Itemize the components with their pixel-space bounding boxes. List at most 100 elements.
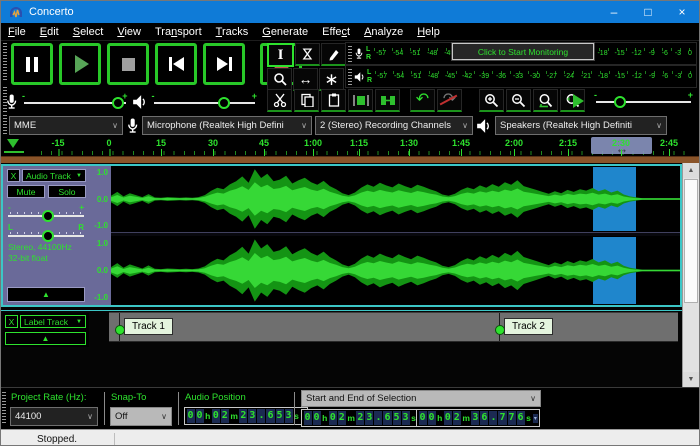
time-digit[interactable]: 0 bbox=[303, 411, 312, 425]
menu-generate[interactable]: Generate bbox=[255, 26, 315, 38]
audio-host-dropdown[interactable]: MME ∨ bbox=[9, 116, 123, 135]
time-unit[interactable]: m bbox=[229, 411, 239, 421]
gain-slider-thumb[interactable] bbox=[42, 210, 54, 222]
waveform-channel-left[interactable] bbox=[111, 166, 680, 232]
play-at-speed-button[interactable] bbox=[573, 94, 584, 108]
timeshift-tool-button[interactable]: ↔ bbox=[293, 68, 318, 91]
maximize-button[interactable]: □ bbox=[631, 1, 665, 23]
time-digit[interactable]: 3 bbox=[284, 409, 293, 423]
playback-device-dropdown[interactable]: Speakers (Realtek High Definiti ∨ bbox=[495, 116, 667, 135]
transport-grip[interactable] bbox=[3, 43, 7, 81]
menu-select[interactable]: Select bbox=[66, 26, 111, 38]
label-track-close-button[interactable]: X bbox=[5, 315, 18, 328]
time-digit[interactable]: 2 bbox=[337, 411, 346, 425]
time-digit[interactable]: 3 bbox=[471, 411, 480, 425]
scroll-up-icon[interactable]: ▲ bbox=[683, 163, 699, 178]
time-unit[interactable]: m bbox=[461, 413, 471, 423]
playback-volume-slider-track[interactable] bbox=[153, 101, 255, 104]
zoom-in-button[interactable] bbox=[479, 89, 504, 112]
stop-button[interactable] bbox=[107, 43, 149, 85]
time-digit[interactable]: 0 bbox=[443, 411, 452, 425]
playback-speed-slider-thumb[interactable] bbox=[613, 96, 626, 108]
recording-meter-grip[interactable] bbox=[348, 45, 352, 62]
time-digit[interactable]: 3 bbox=[401, 411, 410, 425]
project-rate-dropdown[interactable]: 44100 ∨ bbox=[10, 407, 98, 426]
vertical-scale-ruler[interactable]: 1.0 0.0 -1.0 1.0 0.0 -1.0 bbox=[89, 166, 112, 305]
label-text[interactable]: Track 1 bbox=[124, 318, 173, 335]
start-monitoring-button[interactable]: Click to Start Monitoring bbox=[451, 42, 595, 61]
selection-mode-dropdown[interactable]: Start and End of Selection ∨ bbox=[301, 390, 541, 407]
solo-button[interactable]: Solo bbox=[48, 185, 86, 198]
copy-button[interactable] bbox=[294, 89, 319, 112]
recording-volume-slider[interactable]: - + bbox=[22, 91, 128, 110]
playback-volume-slider[interactable]: - + bbox=[152, 91, 257, 110]
time-digit[interactable]: 6 bbox=[383, 411, 392, 425]
vertical-scrollbar-thumb[interactable] bbox=[684, 179, 698, 303]
envelope-tool-button[interactable]: ⋈ bbox=[295, 43, 320, 66]
time-digit[interactable]: 6 bbox=[480, 411, 489, 425]
recording-device-dropdown[interactable]: Microphone (Realtek High Defini ∨ bbox=[142, 116, 312, 135]
zoom-tool-button[interactable] bbox=[267, 68, 292, 91]
time-digit[interactable]: 2 bbox=[220, 409, 229, 423]
vertical-scrollbar[interactable]: ▲ ▼ bbox=[682, 163, 699, 387]
playback-speed-slider-track[interactable] bbox=[596, 101, 691, 103]
menu-edit[interactable]: Edit bbox=[33, 26, 66, 38]
time-digit[interactable]: 0 bbox=[328, 411, 337, 425]
audio-track-menu-button[interactable]: Audio Track ▼ bbox=[22, 169, 86, 182]
time-unit[interactable]: . bbox=[374, 411, 383, 425]
menu-tracks[interactable]: Tracks bbox=[209, 26, 256, 38]
paste-button[interactable] bbox=[321, 89, 346, 112]
time-unit[interactable]: h bbox=[436, 413, 443, 423]
recording-meter-toolbar[interactable]: LR -57-54-51-48-45-42-39-36-33-30-27-24-… bbox=[345, 42, 697, 65]
recording-channels-dropdown[interactable]: 2 (Stereo) Recording Channels ∨ bbox=[315, 116, 473, 135]
menu-view[interactable]: View bbox=[110, 26, 148, 38]
snap-to-dropdown[interactable]: Off ∨ bbox=[110, 407, 172, 426]
multi-tool-button[interactable]: ∗ bbox=[319, 68, 344, 91]
selection-start-field[interactable]: 00h02m23.653s▾ bbox=[301, 409, 425, 427]
fit-selection-button[interactable] bbox=[533, 89, 558, 112]
time-digit[interactable]: 7 bbox=[498, 411, 507, 425]
time-unit[interactable]: . bbox=[257, 409, 266, 423]
timeline-ruler[interactable]: ↔ -15 0 15 30 45 1:00 1:15 1:30 1:45 2:00 2:15 2:30… bbox=[1, 137, 699, 164]
time-digit[interactable]: 3 bbox=[248, 409, 257, 423]
redo-button[interactable]: ↷ bbox=[437, 89, 462, 112]
time-digit[interactable]: 6 bbox=[516, 411, 525, 425]
selection-tool-button[interactable]: I bbox=[267, 43, 294, 67]
menu-help[interactable]: Help bbox=[410, 26, 447, 38]
audio-track-close-button[interactable]: X bbox=[7, 169, 20, 182]
playback-volume-slider-thumb[interactable] bbox=[217, 96, 230, 109]
time-digit[interactable]: 0 bbox=[312, 411, 321, 425]
menu-transport[interactable]: Transport bbox=[148, 26, 209, 38]
audio-track[interactable]: X Audio Track ▼ Mute Solo - + L R Stereo… bbox=[1, 164, 682, 307]
time-digit[interactable]: 2 bbox=[239, 409, 248, 423]
gain-slider[interactable]: - + bbox=[8, 203, 84, 222]
skip-to-end-button[interactable] bbox=[203, 43, 245, 85]
audio-position-field[interactable]: 00h02m23.653s▾ bbox=[184, 407, 308, 425]
time-digit[interactable]: 7 bbox=[507, 411, 516, 425]
silence-audio-button[interactable] bbox=[375, 89, 400, 112]
menu-file[interactable]: File bbox=[1, 26, 33, 38]
collapse-track-button[interactable]: ▲ bbox=[7, 287, 85, 302]
time-digit[interactable]: 0 bbox=[427, 411, 436, 425]
time-digit[interactable]: 0 bbox=[195, 409, 204, 423]
menu-analyze[interactable]: Analyze bbox=[357, 26, 410, 38]
label-text[interactable]: Track 2 bbox=[504, 318, 553, 335]
playback-speed-slider[interactable]: - + bbox=[594, 90, 693, 109]
recording-volume-slider-thumb[interactable] bbox=[111, 96, 124, 109]
time-digit[interactable]: 0 bbox=[186, 409, 195, 423]
time-digit[interactable]: 2 bbox=[452, 411, 461, 425]
label-track-lane[interactable]: Track 1 Track 2 bbox=[109, 312, 678, 342]
waveform-view[interactable] bbox=[111, 166, 680, 305]
time-unit[interactable]: m bbox=[346, 413, 356, 423]
label-track-collapse-button[interactable]: ▲ bbox=[5, 332, 86, 345]
scroll-down-icon[interactable]: ▼ bbox=[683, 372, 699, 387]
time-unit[interactable]: h bbox=[204, 411, 211, 421]
time-digit[interactable]: 3 bbox=[365, 411, 374, 425]
minimize-button[interactable]: – bbox=[597, 1, 631, 23]
pan-slider[interactable]: L R bbox=[8, 223, 84, 242]
recording-volume-slider-track[interactable] bbox=[24, 101, 126, 104]
pan-slider-thumb[interactable] bbox=[42, 230, 54, 242]
time-format-chevron[interactable]: ▾ bbox=[532, 413, 538, 423]
label-track-menu-button[interactable]: Label Track ▼ bbox=[20, 315, 86, 328]
draw-tool-button[interactable] bbox=[321, 43, 346, 66]
